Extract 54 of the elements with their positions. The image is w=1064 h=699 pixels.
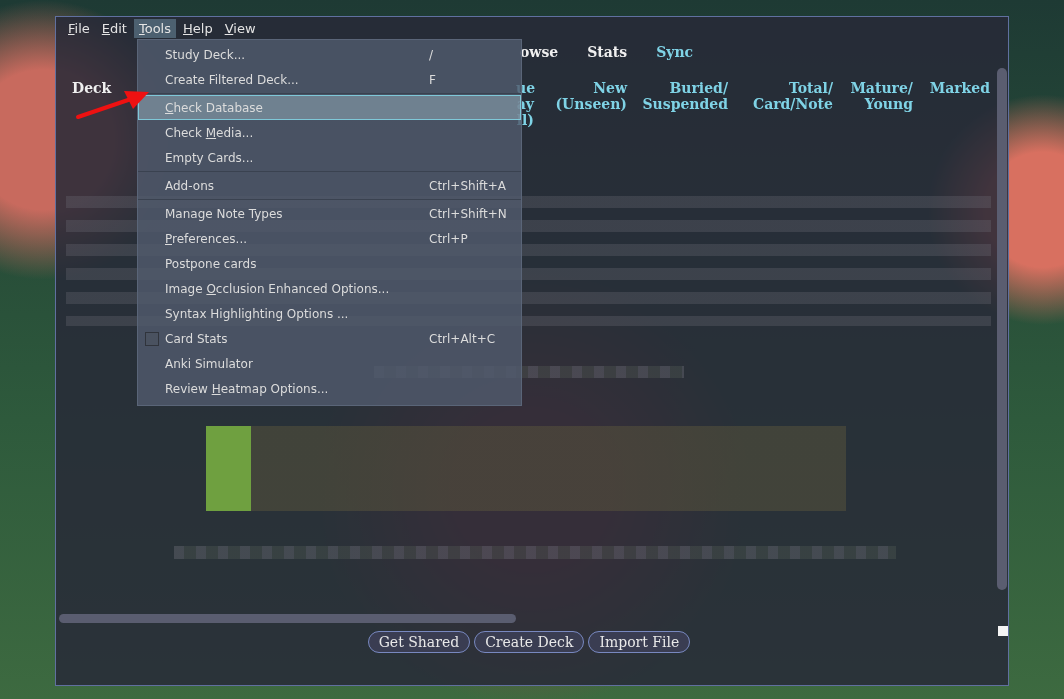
menu-item[interactable]: Add-ons Ctrl+Shift+A (138, 173, 521, 198)
menu-bar-item[interactable]: File (63, 18, 95, 38)
vertical-scrollbar[interactable] (997, 68, 1007, 590)
menu-item[interactable]: Manage Note Types Ctrl+Shift+N (138, 201, 521, 226)
shortcut-label: / (429, 47, 434, 62)
menu-item[interactable]: Preferences... Ctrl+P (138, 226, 521, 251)
menu-item-label: Review Heatmap Options... (165, 381, 329, 396)
deck-action-button[interactable]: Create Deck (474, 631, 585, 653)
menu-item[interactable]: Study Deck... / (138, 42, 521, 67)
menu-item[interactable]: Anki Simulator (138, 351, 521, 376)
column-header: Mature/ Young (849, 80, 913, 112)
menu-item-label: Image Occlusion Enhanced Options... (165, 281, 390, 296)
menu-item[interactable]: Empty Cards... (138, 145, 521, 170)
column-header: Marked (928, 80, 990, 96)
nav-link[interactable]: Stats (587, 44, 628, 60)
menu-item-label: Syntax Highlighting Options ... (165, 306, 349, 321)
menu-item[interactable]: Card Stats Ctrl+Alt+C (138, 326, 521, 351)
menu-item[interactable]: Image Occlusion Enhanced Options... (138, 276, 521, 301)
menu-item-label: Study Deck... (165, 47, 246, 62)
menu-item[interactable]: Review Heatmap Options... (138, 376, 521, 401)
menu-item-label: Postpone cards (165, 256, 257, 271)
shortcut-label: Ctrl+P (429, 231, 468, 246)
column-header: New (Unseen) (554, 80, 627, 112)
checkbox[interactable] (145, 331, 159, 346)
menu-bar-item[interactable]: View (219, 18, 261, 38)
menu-item-label: Anki Simulator (165, 356, 253, 371)
shortcut-label: Ctrl+Shift+N (429, 206, 507, 221)
nav-link[interactable]: owse (520, 44, 559, 60)
menu-item-label: Check Database (165, 100, 263, 115)
menu-bar-item[interactable]: Help (178, 18, 218, 38)
scroll-corner (998, 626, 1008, 636)
shortcut-label: Ctrl+Shift+A (429, 178, 506, 193)
menu-item-label: Preferences... (165, 231, 248, 246)
deck-action-button[interactable]: Import File (588, 631, 691, 653)
menu-item-label: Card Stats (165, 331, 228, 346)
shortcut-label: F (429, 72, 436, 87)
menu-item-label: Empty Cards... (165, 150, 254, 165)
menu-item[interactable]: Syntax Highlighting Options ... (138, 301, 521, 326)
column-header: Deck (72, 80, 112, 96)
shortcut-label: Ctrl+Alt+C (429, 331, 496, 346)
menu-item-label: Create Filtered Deck... (165, 72, 299, 87)
deck-action-button[interactable]: Get Shared (367, 631, 471, 653)
menu-item[interactable]: Create Filtered Deck... F (138, 67, 521, 92)
menu-item-label: Check Media... (165, 125, 254, 140)
menu-item[interactable]: Check Media... (138, 120, 521, 145)
column-header: Total/ Card/Note (752, 80, 833, 112)
nav-link[interactable]: Sync (656, 44, 694, 60)
menu-bar-item[interactable]: Edit (96, 18, 132, 38)
menu-bar-item[interactable]: Tools (133, 18, 176, 38)
menu-item[interactable]: Postpone cards (138, 251, 521, 276)
menu-item-label: Add-ons (165, 178, 214, 193)
column-header: Buried/ Suspended (641, 80, 728, 112)
menu-item-label: Manage Note Types (165, 206, 283, 221)
horizontal-scrollbar[interactable] (59, 614, 516, 623)
